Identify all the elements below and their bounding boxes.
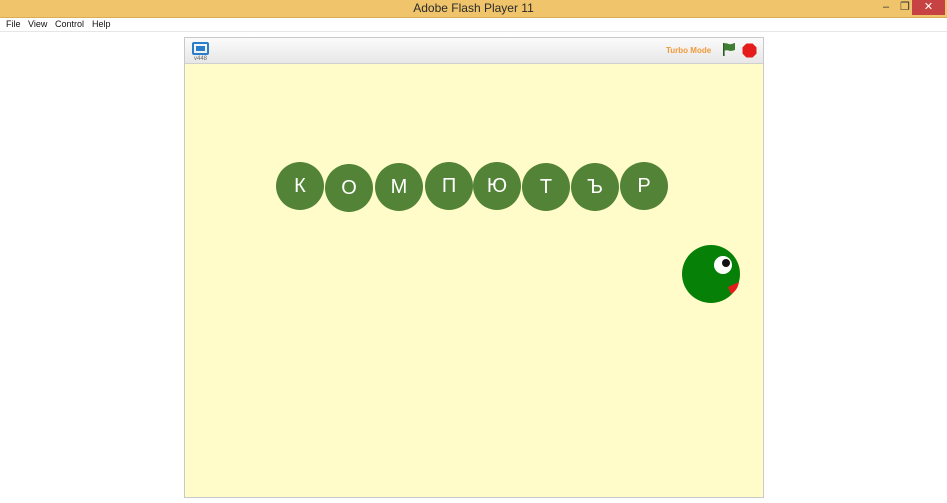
player-panel: v448 Turbo Mode К О М П Ю Т Ъ Р: [184, 37, 764, 498]
menu-file[interactable]: File: [6, 18, 21, 30]
close-button[interactable]: ✕: [912, 0, 945, 15]
menu-control[interactable]: Control: [55, 18, 84, 30]
turbo-mode-toggle[interactable]: Turbo Mode: [666, 46, 711, 55]
title-bar: Adobe Flash Player 11 – ❐ ✕: [0, 0, 947, 18]
menu-help[interactable]: Help: [92, 18, 111, 30]
stop-icon[interactable]: [742, 43, 757, 58]
snake-head[interactable]: [682, 244, 746, 306]
letter-bubble[interactable]: Ю: [473, 162, 521, 210]
letter-bubble[interactable]: М: [375, 163, 423, 211]
letter-bubble[interactable]: Р: [620, 162, 668, 210]
player-toolbar: v448 Turbo Mode: [185, 38, 763, 64]
window-title: Adobe Flash Player 11: [413, 1, 534, 15]
stage[interactable]: К О М П Ю Т Ъ Р: [185, 64, 763, 497]
version-label: v448: [194, 56, 208, 62]
green-flag-icon[interactable]: [722, 42, 736, 57]
fullscreen-icon[interactable]: [192, 42, 209, 55]
letter-bubble[interactable]: П: [425, 162, 473, 210]
menu-view[interactable]: View: [28, 18, 47, 30]
letter-bubble[interactable]: К: [276, 162, 324, 210]
menu-bar: File View Control Help: [0, 18, 947, 32]
pupil: [722, 259, 730, 267]
letter-bubble[interactable]: Ъ: [571, 163, 619, 211]
letter-bubble[interactable]: Т: [522, 163, 570, 211]
letter-bubble[interactable]: О: [325, 164, 373, 212]
